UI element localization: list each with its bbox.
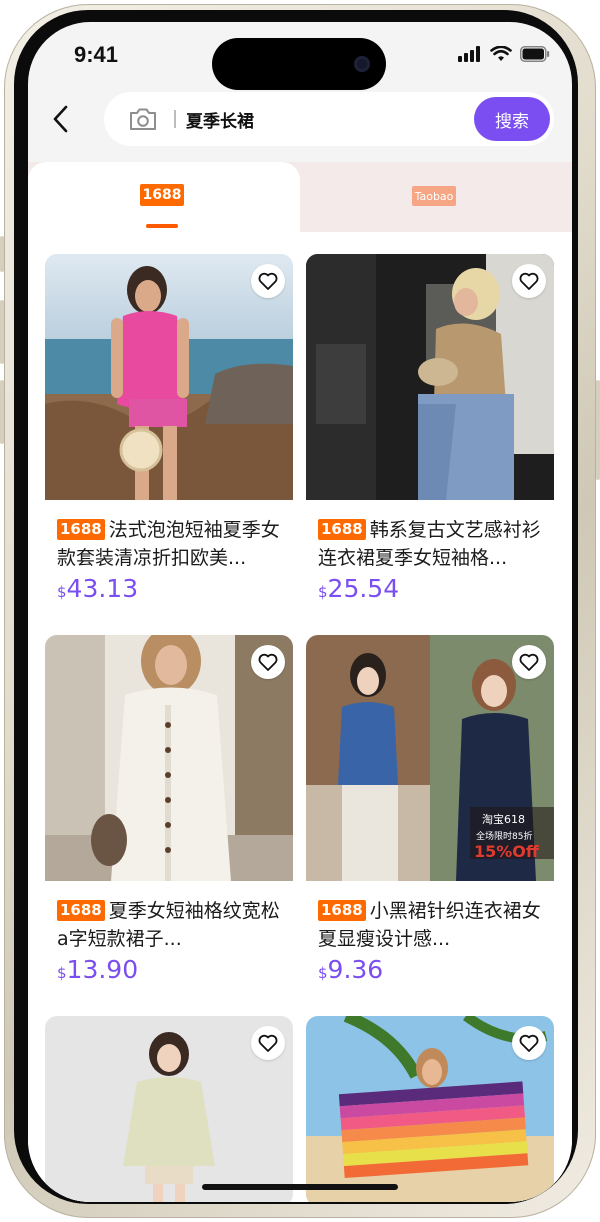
front-camera: [354, 56, 370, 72]
product-title: 1688 小黑裙针织连衣裙女夏显瘦设计感...: [318, 900, 541, 950]
screen: 9:41 夏季长裙 搜索 1688 Taobao 1688 法式泡泡短袖夏季女款…: [28, 22, 572, 1202]
tab-taobao[interactable]: Taobao: [298, 162, 572, 232]
product-price: $13.90: [57, 955, 139, 984]
volume-up-button: [0, 300, 4, 364]
heart-icon: [258, 272, 278, 290]
favorite-button[interactable]: [251, 264, 285, 298]
battery-icon: [520, 46, 550, 62]
search-input[interactable]: 夏季长裙: [186, 107, 254, 132]
favorite-button[interactable]: [512, 645, 546, 679]
cellular-signal-icon: [458, 46, 480, 62]
heart-icon: [519, 272, 539, 290]
logo-1688: 1688: [140, 184, 184, 206]
favorite-button[interactable]: [512, 1026, 546, 1060]
favorite-button[interactable]: [251, 645, 285, 679]
product-card[interactable]: 1688 韩系复古文艺感衬衫连衣裙夏季女短袖格... $25.54: [306, 254, 554, 614]
overlay-promo-line1: 淘宝618: [482, 812, 525, 826]
power-button: [596, 380, 600, 480]
wifi-icon: [490, 46, 512, 61]
product-image[interactable]: [45, 254, 293, 500]
product-image[interactable]: 淘宝618 全场限时85折 15%Off: [306, 635, 554, 881]
heart-icon: [519, 653, 539, 671]
badge-1688: 1688: [57, 900, 105, 921]
product-title: 1688 法式泡泡短袖夏季女款套装清凉折扣欧美...: [57, 519, 280, 569]
home-indicator[interactable]: [202, 1184, 398, 1190]
product-title: 1688 韩系复古文艺感衬衫连衣裙夏季女短袖格...: [318, 519, 541, 569]
heart-icon: [258, 653, 278, 671]
product-card[interactable]: [45, 1016, 293, 1202]
product-image[interactable]: [45, 1016, 293, 1202]
status-icons: [458, 46, 550, 62]
back-button[interactable]: [46, 102, 76, 136]
status-time: 9:41: [74, 42, 119, 67]
overlay-promo-line3: 15%Off: [474, 842, 540, 861]
product-price: $43.13: [57, 574, 139, 603]
badge-1688: 1688: [318, 900, 366, 921]
search-bar[interactable]: 夏季长裙 搜索: [104, 92, 554, 146]
chevron-left-icon: [53, 105, 68, 133]
volume-down-button: [0, 380, 4, 444]
heart-icon: [258, 1034, 278, 1052]
product-image[interactable]: [45, 635, 293, 881]
product-card[interactable]: 淘宝618 全场限时85折 15%Off 1688 小黑裙针织连衣裙女夏显瘦设计感…: [306, 635, 554, 995]
tab-1688[interactable]: 1688: [28, 162, 300, 232]
search-divider: [174, 110, 176, 128]
product-image[interactable]: [306, 1016, 554, 1202]
heart-icon: [519, 1034, 539, 1052]
product-card[interactable]: 1688 夏季女短袖格纹宽松a字短款裙子... $13.90: [45, 635, 293, 995]
favorite-button[interactable]: [251, 1026, 285, 1060]
product-price: $25.54: [318, 574, 400, 603]
logo-taobao: Taobao: [412, 186, 456, 206]
action-button: [0, 236, 4, 272]
product-title: 1688 夏季女短袖格纹宽松a字短款裙子...: [57, 900, 280, 950]
product-card[interactable]: 1688 法式泡泡短袖夏季女款套装清凉折扣欧美... $43.13: [45, 254, 293, 614]
search-button[interactable]: 搜索: [474, 97, 550, 141]
product-price: $9.36: [318, 955, 384, 984]
badge-1688: 1688: [318, 519, 366, 540]
product-image[interactable]: [306, 254, 554, 500]
overlay-promo-line2: 全场限时85折: [476, 830, 532, 842]
camera-icon[interactable]: [128, 106, 158, 132]
product-grid: 1688 法式泡泡短袖夏季女款套装清凉折扣欧美... $43.13 1688 韩…: [28, 232, 572, 1202]
badge-1688: 1688: [57, 519, 105, 540]
product-card[interactable]: [306, 1016, 554, 1202]
tab-active-indicator: [146, 224, 178, 228]
dynamic-island: [212, 38, 386, 90]
favorite-button[interactable]: [512, 264, 546, 298]
